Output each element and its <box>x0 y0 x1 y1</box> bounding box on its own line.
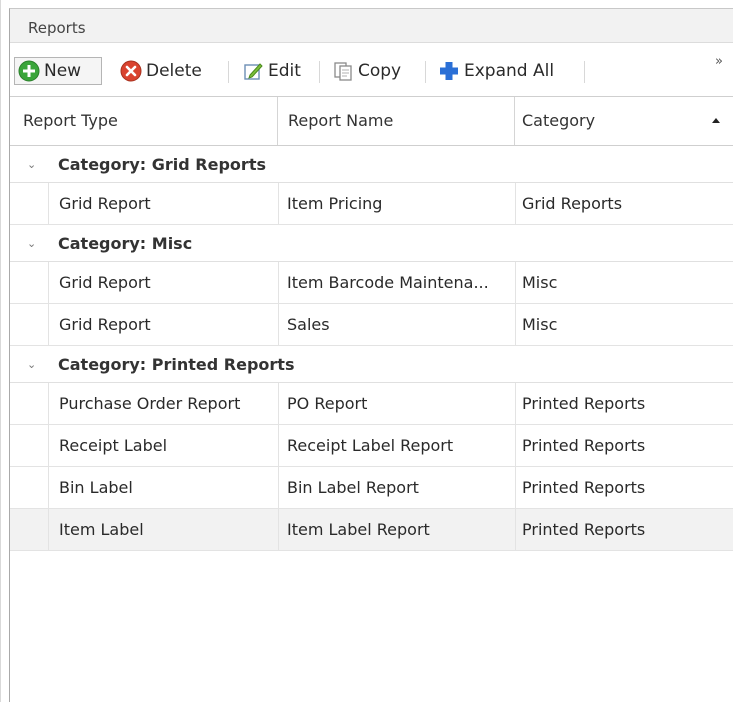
cell-report-type: Receipt Label <box>48 425 278 466</box>
column-header-report-type[interactable]: Report Type <box>10 97 278 145</box>
copy-label: Copy <box>358 61 402 81</box>
column-header-category[interactable]: Category <box>515 97 733 145</box>
cell-report-name: Item Label Report <box>278 509 515 550</box>
group-title: Category: Misc <box>58 234 193 253</box>
grid-empty-area <box>10 552 733 702</box>
sort-ascending-icon <box>712 118 720 123</box>
toolbar: New Delete Edit Copy Expand All » <box>10 44 733 95</box>
new-label: New <box>44 61 82 81</box>
table-row[interactable]: Grid Report Sales Misc <box>10 304 733 346</box>
cell-category: Printed Reports <box>515 383 733 424</box>
edit-label: Edit <box>268 61 301 81</box>
column-header-report-name[interactable]: Report Name <box>278 97 515 145</box>
edit-button[interactable]: Edit <box>242 57 301 85</box>
reports-grid: Report Type Report Name Category ⌄ Categ… <box>10 96 733 551</box>
toolbar-separator <box>425 61 426 83</box>
group-row[interactable]: ⌄ Category: Grid Reports <box>10 146 733 183</box>
table-row[interactable]: Bin Label Bin Label Report Printed Repor… <box>10 467 733 509</box>
delete-circle-icon <box>120 60 142 82</box>
cell-category: Misc <box>515 304 733 345</box>
group-title: Category: Grid Reports <box>58 155 266 174</box>
table-row-selected[interactable]: Item Label Item Label Report Printed Rep… <box>10 509 733 551</box>
toolbar-overflow-button[interactable]: » <box>715 54 723 69</box>
expand-plus-icon <box>438 60 460 82</box>
cell-report-name: Item Barcode Maintena... <box>278 262 515 303</box>
cell-report-name: Item Pricing <box>278 183 515 224</box>
cell-report-name: Sales <box>278 304 515 345</box>
window-edge <box>0 0 1 702</box>
group-row[interactable]: ⌄ Category: Misc <box>10 225 733 262</box>
cell-category: Printed Reports <box>515 509 733 550</box>
plus-circle-icon <box>18 60 40 82</box>
group-title: Category: Printed Reports <box>58 355 295 374</box>
table-row[interactable]: Grid Report Item Barcode Maintena... Mis… <box>10 262 733 304</box>
edit-icon <box>242 60 264 82</box>
table-row[interactable]: Purchase Order Report PO Report Printed … <box>10 383 733 425</box>
grid-header: Report Type Report Name Category <box>10 96 733 146</box>
cell-report-type: Grid Report <box>48 183 278 224</box>
cell-category: Printed Reports <box>515 425 733 466</box>
cell-report-type: Item Label <box>48 509 278 550</box>
chevron-down-icon[interactable]: ⌄ <box>27 158 36 171</box>
group-row[interactable]: ⌄ Category: Printed Reports <box>10 346 733 383</box>
column-header-category-label: Category <box>522 111 596 130</box>
cell-report-name: Receipt Label Report <box>278 425 515 466</box>
cell-report-name: PO Report <box>278 383 515 424</box>
expand-all-button[interactable]: Expand All <box>438 57 554 85</box>
toolbar-separator <box>319 61 320 83</box>
cell-category: Misc <box>515 262 733 303</box>
table-row[interactable]: Receipt Label Receipt Label Report Print… <box>10 425 733 467</box>
cell-report-type: Grid Report <box>48 262 278 303</box>
cell-category: Printed Reports <box>515 467 733 508</box>
delete-label: Delete <box>146 61 202 81</box>
panel-title: Reports <box>28 19 86 37</box>
chevron-down-icon[interactable]: ⌄ <box>27 358 36 371</box>
delete-button[interactable]: Delete <box>120 57 202 85</box>
expand-all-label: Expand All <box>464 61 555 81</box>
table-row[interactable]: Grid Report Item Pricing Grid Reports <box>10 183 733 225</box>
copy-icon <box>332 60 354 82</box>
cell-report-name: Bin Label Report <box>278 467 515 508</box>
cell-report-type: Grid Report <box>48 304 278 345</box>
copy-button[interactable]: Copy <box>332 57 401 85</box>
cell-report-type: Bin Label <box>48 467 278 508</box>
chevron-down-icon[interactable]: ⌄ <box>27 237 36 250</box>
toolbar-separator <box>228 61 229 83</box>
panel-header: Reports <box>10 9 733 43</box>
toolbar-separator <box>584 61 585 83</box>
cell-report-type: Purchase Order Report <box>48 383 278 424</box>
new-button[interactable]: New <box>14 57 102 85</box>
cell-category: Grid Reports <box>515 183 733 224</box>
